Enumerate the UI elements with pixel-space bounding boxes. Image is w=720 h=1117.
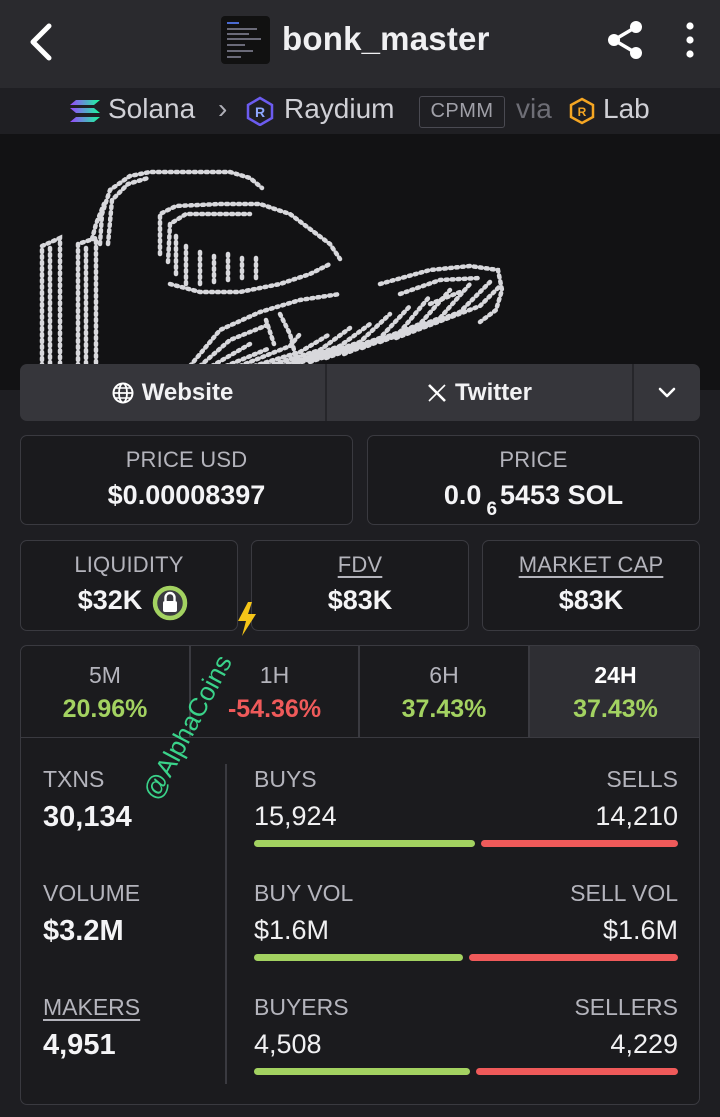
launchpad-name[interactable]: Lab <box>603 93 650 125</box>
pair-breadcrumb: Solana › Raydium via Lab <box>0 88 720 134</box>
makers-label[interactable]: MAKERS <box>43 994 140 1021</box>
website-label: Website <box>141 378 234 406</box>
sell-vol-value: $1.6M <box>602 915 678 945</box>
twitter-button[interactable]: Twitter <box>327 364 632 421</box>
txns-value: 30,134 <box>43 801 132 833</box>
market-cap-card[interactable]: MARKET CAP $83K <box>482 540 700 631</box>
sells-label: SELLS <box>606 766 678 792</box>
price-sol-zero-count: 6 <box>486 499 498 520</box>
price-sol-card: PRICE 0.0 6 5453 SOL <box>367 435 700 525</box>
chevron-left-icon[interactable] <box>22 20 62 64</box>
twitter-label: Twitter <box>455 378 532 406</box>
chain-name[interactable]: Solana <box>108 93 195 125</box>
buy-vol-label: BUY VOL <box>254 880 354 906</box>
metrics-divider <box>225 764 227 1084</box>
top-bar: bonk_master <box>0 0 720 88</box>
buyers-value: 4,508 <box>254 1029 322 1059</box>
fdv-card[interactable]: FDV $83K <box>251 540 469 631</box>
website-button[interactable]: Website <box>20 364 325 421</box>
tab-24h[interactable]: 24H 37.43% <box>530 646 699 738</box>
sellers-label: SELLERS <box>574 994 678 1020</box>
buy-vol-value: $1.6M <box>254 915 330 945</box>
price-sol-rest: 5453 SOL <box>500 480 624 510</box>
sellers-value: 4,229 <box>610 1029 678 1059</box>
price-change: 20.96% <box>62 695 148 723</box>
market-cap-value: $83K <box>558 585 624 615</box>
sells-bar <box>481 840 678 847</box>
lab-icon: R <box>569 97 595 125</box>
price-usd-label: PRICE USD <box>125 447 248 472</box>
liquidity-value: $32K <box>77 585 143 615</box>
x-logo-icon <box>428 383 446 402</box>
makers-value: 4,951 <box>43 1029 116 1061</box>
globe-icon <box>112 382 134 403</box>
chevron-right-icon: › <box>218 93 228 124</box>
buy-vol-bar <box>254 954 463 961</box>
raydium-icon: R <box>246 96 274 126</box>
market-cap-label: MARKET CAP <box>518 552 664 577</box>
social-links-bar: Website Twitter <box>20 364 700 421</box>
price-change: -54.36% <box>227 695 322 723</box>
fdv-label: FDV <box>337 552 383 577</box>
token-name: bonk_master <box>282 20 490 57</box>
share-icon[interactable] <box>604 18 646 62</box>
sell-vol-label: SELL VOL <box>570 880 678 906</box>
tab-5m[interactable]: 5M 20.96% <box>21 646 189 738</box>
token-avatar <box>221 16 270 64</box>
sell-vol-bar <box>469 954 678 961</box>
more-links-button[interactable] <box>634 364 700 421</box>
solana-icon <box>70 100 100 122</box>
price-usd-value: $0.00008397 <box>107 480 266 510</box>
token-banner-image <box>0 134 720 390</box>
pool-type-badge: CPMM <box>419 96 505 128</box>
liquidity-lock-icon[interactable] <box>152 585 188 621</box>
volume-value: $3.2M <box>43 915 124 947</box>
price-usd-card: PRICE USD $0.00008397 <box>20 435 353 525</box>
via-text: via <box>516 93 552 124</box>
buys-value: 15,924 <box>254 801 337 831</box>
fdv-value: $83K <box>327 585 393 615</box>
tab-label: 5M <box>89 662 121 688</box>
more-vertical-icon[interactable] <box>676 20 704 60</box>
timeframe-stats-panel: 5M 20.96% 1H -54.36% 6H 37.43% 24H 37.43… <box>20 645 700 1105</box>
sells-value: 14,210 <box>595 801 678 831</box>
volume-label: VOLUME <box>43 880 141 906</box>
buys-label: BUYS <box>254 766 317 792</box>
tab-label: 24H <box>594 662 637 688</box>
buys-bar <box>254 840 475 847</box>
price-sol-label: PRICE <box>499 447 568 472</box>
tab-label: 1H <box>259 662 290 688</box>
liquidity-card: LIQUIDITY $32K <box>20 540 238 631</box>
sellers-bar <box>476 1068 678 1075</box>
price-sol-prefix: 0.0 <box>443 480 482 510</box>
price-change: 37.43% <box>573 695 658 723</box>
tab-label: 6H <box>429 662 459 688</box>
price-change: 37.43% <box>401 695 487 723</box>
dex-name[interactable]: Raydium <box>284 93 394 125</box>
svg-text:R: R <box>255 104 265 120</box>
tab-1h[interactable]: 1H -54.36% <box>191 646 358 738</box>
chevron-down-icon <box>658 387 676 397</box>
buyers-bar <box>254 1068 470 1075</box>
liquidity-label: LIQUIDITY <box>74 552 184 577</box>
tab-6h[interactable]: 6H 37.43% <box>360 646 528 738</box>
txns-label: TXNS <box>43 766 105 792</box>
svg-text:R: R <box>578 105 587 119</box>
price-sol-value: 0.0 6 5453 SOL <box>368 480 699 520</box>
buyers-label: BUYERS <box>254 994 349 1020</box>
